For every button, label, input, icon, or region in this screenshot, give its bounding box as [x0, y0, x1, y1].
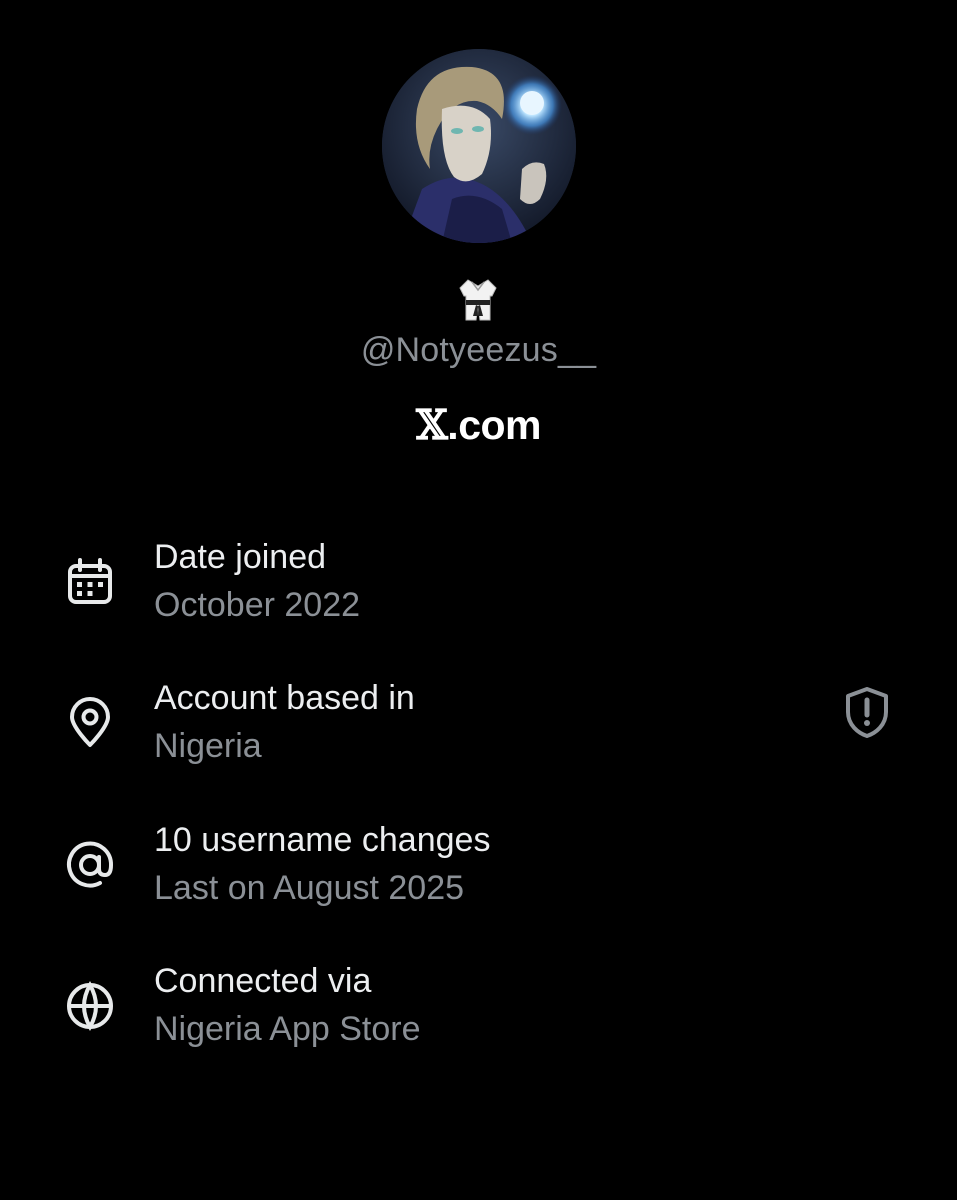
martial-arts-uniform-icon	[459, 279, 497, 321]
calendar-icon	[64, 556, 116, 608]
row-subtitle: October 2022	[154, 586, 361, 624]
avatar-image	[382, 49, 576, 243]
info-row-date-joined: Date joined October 2022	[0, 536, 957, 646]
at-sign-icon	[64, 839, 116, 891]
row-title: 10 username changes	[154, 821, 491, 859]
profile-avatar[interactable]	[382, 49, 576, 243]
profile-handle: @Notyeezus__	[360, 331, 597, 369]
row-title: Connected via	[154, 962, 372, 1000]
row-subtitle: Nigeria	[154, 727, 262, 765]
info-row-username-changes: 10 username changes Last on August 2025	[0, 819, 957, 929]
row-subtitle: Last on August 2025	[154, 869, 465, 907]
row-subtitle: Nigeria App Store	[154, 1010, 421, 1048]
globe-icon	[64, 980, 116, 1032]
brand-suffix: .com	[447, 402, 541, 448]
location-pin-icon	[64, 697, 116, 749]
shield-alert-icon[interactable]	[842, 685, 892, 739]
info-row-connected-via: Connected via Nigeria App Store	[0, 960, 957, 1070]
info-row-account-based-in: Account based in Nigeria	[0, 677, 957, 787]
brand-domain: 𝕏.com	[0, 400, 957, 450]
row-title: Account based in	[154, 679, 415, 717]
display-name-emoji	[456, 276, 500, 324]
row-title: Date joined	[154, 538, 327, 576]
x-logo-text: 𝕏	[415, 401, 448, 449]
